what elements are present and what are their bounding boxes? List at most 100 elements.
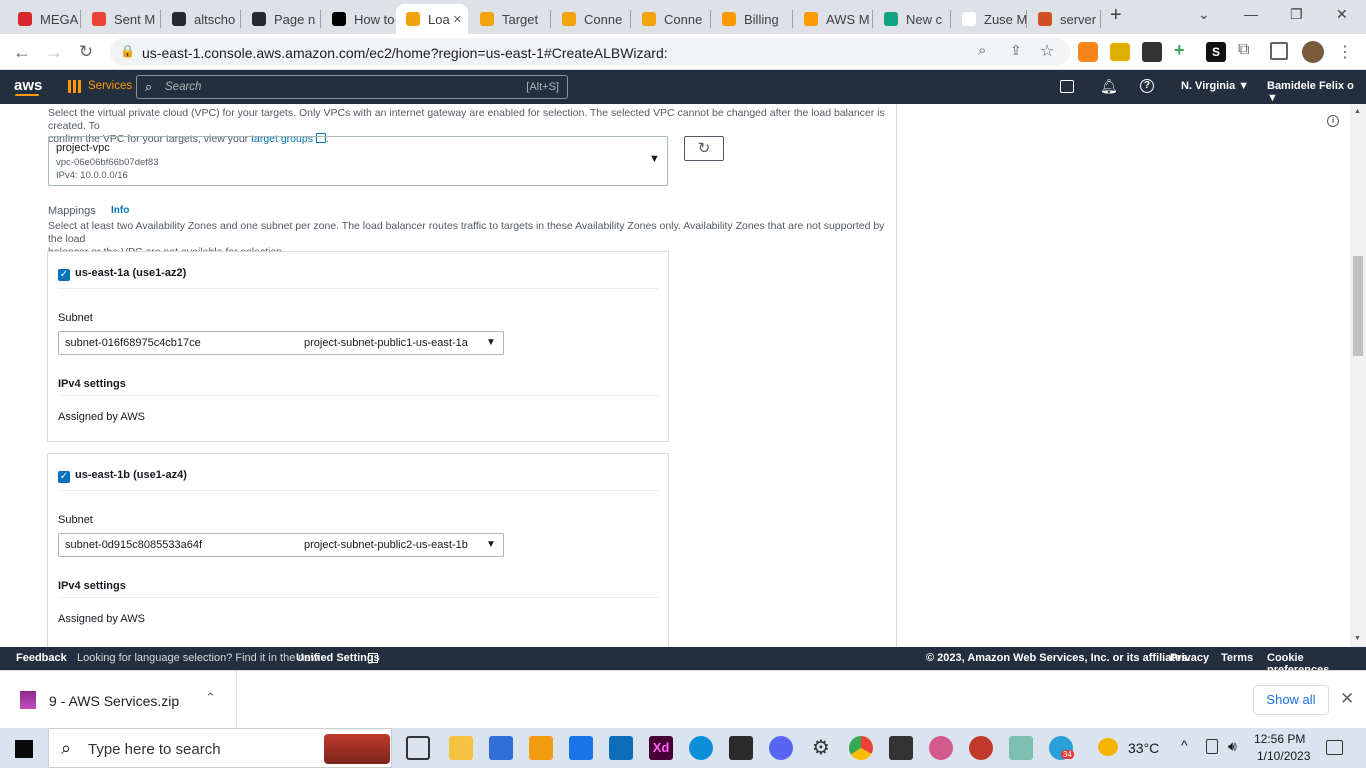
taskbar-search[interactable]: ⌕ Type here to search <box>48 728 392 768</box>
chevron-down-icon[interactable]: ⌄ <box>1198 6 1210 23</box>
notifications-bell-icon[interactable]: 🔔︎ <box>1100 78 1118 95</box>
scrollbar-thumb[interactable] <box>1353 256 1363 356</box>
minimize-icon[interactable]: — <box>1244 6 1258 22</box>
settings-gear-icon[interactable]: ⚙ <box>809 736 833 760</box>
tab-label: New c <box>906 11 943 27</box>
extensions-puzzle-icon[interactable]: ⧉ <box>1238 41 1249 59</box>
back-icon[interactable]: ← <box>11 41 33 63</box>
mappings-info-link[interactable]: Info <box>111 205 129 216</box>
page-scrollbar[interactable]: ▲ ▼ <box>1350 104 1366 647</box>
feedback-link[interactable]: Feedback <box>16 652 67 664</box>
plus-extension-icon[interactable]: + <box>1174 40 1185 61</box>
scroll-down-icon[interactable]: ▼ <box>1354 635 1361 642</box>
region-selector[interactable]: N. Virginia ▼ <box>1181 80 1249 92</box>
terminal-icon[interactable] <box>729 736 753 760</box>
search-highlight-image <box>324 734 390 764</box>
close-icon[interactable]: ✕ <box>1340 689 1354 709</box>
browser-tab[interactable]: Zuse M <box>952 4 1026 34</box>
telegram-icon[interactable]: 34 <box>1049 736 1074 760</box>
clock-date[interactable]: 1/10/2023 <box>1257 749 1310 763</box>
file-explorer-icon[interactable] <box>449 736 473 760</box>
task-view-icon[interactable] <box>406 736 430 760</box>
browser-tab[interactable]: MEGA <box>8 4 80 34</box>
git-bash-icon[interactable] <box>889 736 913 760</box>
tab-separator <box>320 10 321 28</box>
adobe-xd-icon[interactable]: Xd <box>649 736 673 760</box>
help-icon[interactable]: ? <box>1140 79 1154 93</box>
chrome-icon[interactable] <box>849 736 873 760</box>
winrar-archive-icon <box>20 691 36 709</box>
ipv4-settings-value: Assigned by AWS <box>58 613 146 625</box>
address-bar[interactable]: 🔒 us-east-1.console.aws.amazon.com/ec2/h… <box>110 38 1070 66</box>
app-icon[interactable] <box>609 736 633 760</box>
divider <box>58 597 658 598</box>
windows-start-icon[interactable] <box>15 740 33 758</box>
volume-icon[interactable]: 🔊︎ <box>1228 738 1237 755</box>
app-icon[interactable] <box>929 736 953 760</box>
browser-tab[interactable]: Conne <box>632 4 710 34</box>
microsoft-store-icon[interactable] <box>489 736 513 760</box>
services-menu[interactable]: Services <box>88 80 132 92</box>
browser-tab[interactable]: Conne <box>552 4 630 34</box>
aws-footer: Feedback Looking for language selection?… <box>0 647 1366 676</box>
browser-tab[interactable]: AWS M <box>794 4 872 34</box>
show-all-button[interactable]: Show all <box>1253 685 1329 715</box>
browser-tab[interactable]: How to <box>322 4 394 34</box>
discord-icon[interactable] <box>769 736 793 760</box>
browser-tab[interactable]: Page n <box>242 4 320 34</box>
profile-avatar[interactable] <box>1302 41 1324 63</box>
browser-tab[interactable]: Loa ✕ <box>396 4 468 34</box>
browser-menu-icon[interactable]: ⋮ <box>1337 42 1353 62</box>
side-panel-icon[interactable] <box>1270 42 1288 60</box>
sublime-text-icon[interactable] <box>529 736 553 760</box>
ipv4-settings-label: IPv4 settings <box>58 580 126 592</box>
zoom-icon[interactable]: ⌕ <box>978 42 986 59</box>
metamask-extension-icon[interactable] <box>1078 42 1098 62</box>
browser-tab[interactable]: server <box>1028 4 1100 34</box>
vpc-select[interactable]: project-vpc vpc-06e06bf66b07def83 IPv4: … <box>48 136 668 186</box>
notification-center-icon[interactable] <box>1326 740 1343 755</box>
mail-icon[interactable] <box>569 736 593 760</box>
account-menu[interactable]: Bamidele Felix o ▼ <box>1267 80 1366 104</box>
battery-icon[interactable] <box>1206 739 1218 754</box>
refresh-vpc-button[interactable]: ↻ <box>684 136 724 161</box>
chevron-up-icon[interactable]: ⌃ <box>205 690 216 706</box>
forward-icon[interactable]: → <box>43 41 65 63</box>
browser-tab[interactable]: Sent M <box>82 4 160 34</box>
subnet-label: Subnet <box>58 312 93 324</box>
reload-icon[interactable]: ↻ <box>75 41 97 63</box>
close-window-icon[interactable]: ✕ <box>1336 6 1348 23</box>
clock-time[interactable]: 12:56 PM <box>1254 732 1305 746</box>
app-icon[interactable] <box>1009 736 1033 760</box>
lock-icon: 🔒 <box>120 44 135 58</box>
terms-link[interactable]: Terms <box>1221 652 1253 664</box>
aws-logo[interactable]: aws <box>14 77 42 94</box>
browser-tab[interactable]: altscho <box>162 4 240 34</box>
share-icon[interactable]: ⇪ <box>1010 42 1022 59</box>
weather-temperature[interactable]: 33°C <box>1128 740 1159 756</box>
edge-icon[interactable] <box>689 736 713 760</box>
browser-tab[interactable]: Target <box>470 4 550 34</box>
download-item[interactable]: 9 - AWS Services.zip ⌃ <box>0 671 237 729</box>
new-tab-icon[interactable]: + <box>1110 4 1122 27</box>
browser-tab[interactable]: Billing <box>712 4 792 34</box>
scroll-up-icon[interactable]: ▲ <box>1354 108 1361 115</box>
subnet-id: subnet-016f68975c4cb17ce <box>65 337 201 349</box>
close-tab-icon[interactable]: ✕ <box>453 13 462 26</box>
info-panel-icon[interactable]: i <box>1327 115 1339 127</box>
cloudshell-icon[interactable] <box>1060 80 1074 93</box>
maximize-icon[interactable]: ❐ <box>1290 6 1303 23</box>
browser-tab[interactable]: New c <box>874 4 950 34</box>
aws-search-input[interactable]: ⌕ Search [Alt+S] <box>136 75 568 99</box>
chevron-up-icon[interactable]: ^ <box>1181 737 1188 753</box>
az-checkbox-us-east-1b[interactable]: ✓ <box>58 471 70 483</box>
extension-icon[interactable] <box>1110 43 1130 61</box>
subnet-select-us-east-1b[interactable]: subnet-0d915c8085533a64f project-subnet-… <box>58 533 504 557</box>
privacy-link[interactable]: Privacy <box>1170 652 1209 664</box>
subnet-select-us-east-1a[interactable]: subnet-016f68975c4cb17ce project-subnet-… <box>58 331 504 355</box>
extension-icon[interactable] <box>1142 42 1162 62</box>
app-icon[interactable] <box>969 736 993 760</box>
bookmark-star-icon[interactable]: ☆ <box>1040 41 1054 61</box>
az-checkbox-us-east-1a[interactable]: ✓ <box>58 269 70 281</box>
s-extension-icon[interactable]: S <box>1206 42 1226 62</box>
